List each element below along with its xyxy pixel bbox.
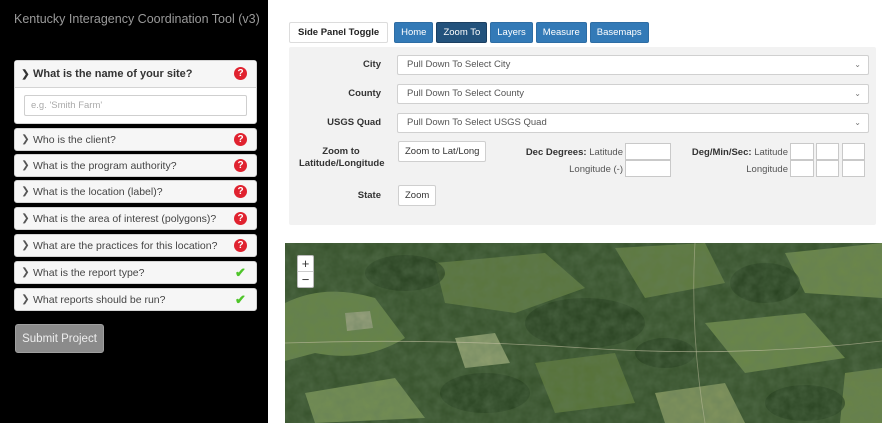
dms-latitude-seconds-input[interactable] [842,143,865,160]
county-label: County [348,88,381,99]
question-label: What reports should be run? [33,293,166,306]
chevron-right-icon: ❯ [21,186,30,197]
dec-latitude-input[interactable] [625,143,671,160]
county-select[interactable]: Pull Down To Select County ⌄ [397,84,869,104]
question-label: What is the location (label)? [33,185,163,198]
question-circle-icon: ? [234,212,247,225]
satellite-imagery [285,243,882,423]
zoom-in-button[interactable]: + [298,256,313,272]
zoom-to-button[interactable]: Zoom To [436,22,488,43]
zoom-out-button[interactable]: − [298,272,313,287]
map-view[interactable]: + − [285,243,882,423]
county-select-value: Pull Down To Select County [407,88,525,99]
city-label: City [363,59,381,70]
question-client[interactable]: ❯ Who is the client? ? [14,128,257,151]
dms-longitude-label: Longitude [746,164,788,175]
question-label: What is the name of your site? [33,68,193,80]
dms-latitude-degrees-input[interactable] [790,143,814,160]
dms-latitude-text: Latitude [754,147,788,158]
chevron-right-icon: ❯ [21,240,30,251]
question-circle-icon: ? [234,159,247,172]
chevron-right-icon: ❯ [21,160,30,171]
submit-project-button[interactable]: Submit Project [15,324,104,353]
question-label: What is the report type? [33,266,145,279]
usgs-quad-select[interactable]: Pull Down To Select USGS Quad ⌄ [397,113,869,133]
measure-button[interactable]: Measure [535,22,587,43]
side-panel: Kentucky Interagency Coordination Tool (… [0,0,268,423]
question-practices[interactable]: ❯ What are the practices for this locati… [14,234,257,257]
city-select[interactable]: Pull Down To Select City ⌄ [397,55,869,75]
dec-latitude-text: Latitude [589,147,623,158]
layers-button[interactable]: Layers [490,22,533,43]
chevron-down-icon: ⌄ [854,60,861,69]
zoom-latlong-label: Zoom to Latitude/Longitude [299,146,385,169]
chevron-down-icon: ⌄ [854,118,861,127]
chevron-right-icon: ❯ [21,294,30,305]
question-label: Who is the client? [33,133,116,146]
dms-longitude-minutes-input[interactable] [816,160,839,177]
question-area-of-interest[interactable]: ❯ What is the area of interest (polygons… [14,207,257,230]
basemaps-button[interactable]: Basemaps [589,22,649,43]
chevron-right-icon: ❯ [21,134,30,145]
question-label: What is the area of interest (polygons)? [33,212,217,225]
chevron-right-icon: ❯ [21,213,30,224]
app-title: Kentucky Interagency Coordination Tool (… [14,12,260,26]
map-zoom-control: + − [297,255,314,288]
question-circle-icon: ? [234,133,247,146]
chevron-right-icon: ❯ [21,267,30,278]
check-icon: ✔ [235,292,246,307]
dms-longitude-degrees-input[interactable] [790,160,814,177]
dec-degrees-label: Dec Degrees: [525,147,587,158]
question-label: What is the program authority? [33,159,177,172]
side-panel-toggle-button[interactable]: Side Panel Toggle [289,22,389,43]
question-site-name-header[interactable]: ❯ What is the name of your site? [15,61,256,88]
chevron-down-icon: ❯ [21,68,30,80]
dms-label: Deg/Min/Sec: [691,147,752,158]
question-circle-icon: ? [234,67,247,80]
dec-degrees-latitude-label: Dec Degrees: Latitude [526,147,623,158]
question-circle-icon: ? [234,185,247,198]
question-site-name: ❯ What is the name of your site? ? [14,60,257,124]
toolbar: Side Panel Toggle Home Zoom To Layers Me… [289,22,652,43]
chevron-down-icon: ⌄ [854,89,861,98]
dms-latitude-minutes-input[interactable] [816,143,839,160]
dec-longitude-input[interactable] [625,160,671,177]
state-label: State [357,190,381,201]
usgs-quad-select-value: Pull Down To Select USGS Quad [407,117,547,128]
question-label: What are the practices for this location… [33,239,218,252]
question-reports-to-run[interactable]: ❯ What reports should be run? ✔ [14,288,257,311]
question-circle-icon: ? [234,239,247,252]
question-program-authority[interactable]: ❯ What is the program authority? ? [14,154,257,177]
question-location-label[interactable]: ❯ What is the location (label)? ? [14,180,257,203]
state-zoom-button[interactable]: Zoom [398,185,437,206]
usgs-quad-label: USGS Quad [327,117,381,128]
dms-latitude-label: Deg/Min/Sec: Latitude [692,147,788,158]
zoom-to-panel: City Pull Down To Select City ⌄ County P… [289,47,876,225]
dms-longitude-seconds-input[interactable] [842,160,865,177]
home-button[interactable]: Home [394,22,434,43]
city-select-value: Pull Down To Select City [407,59,511,70]
check-icon: ✔ [235,265,246,280]
zoom-to-latlong-button[interactable]: Zoom to Lat/Long [398,141,487,162]
question-report-type[interactable]: ❯ What is the report type? ✔ [14,261,257,284]
site-name-input[interactable] [24,95,247,116]
dec-longitude-label: Longitude (-) [569,164,623,175]
